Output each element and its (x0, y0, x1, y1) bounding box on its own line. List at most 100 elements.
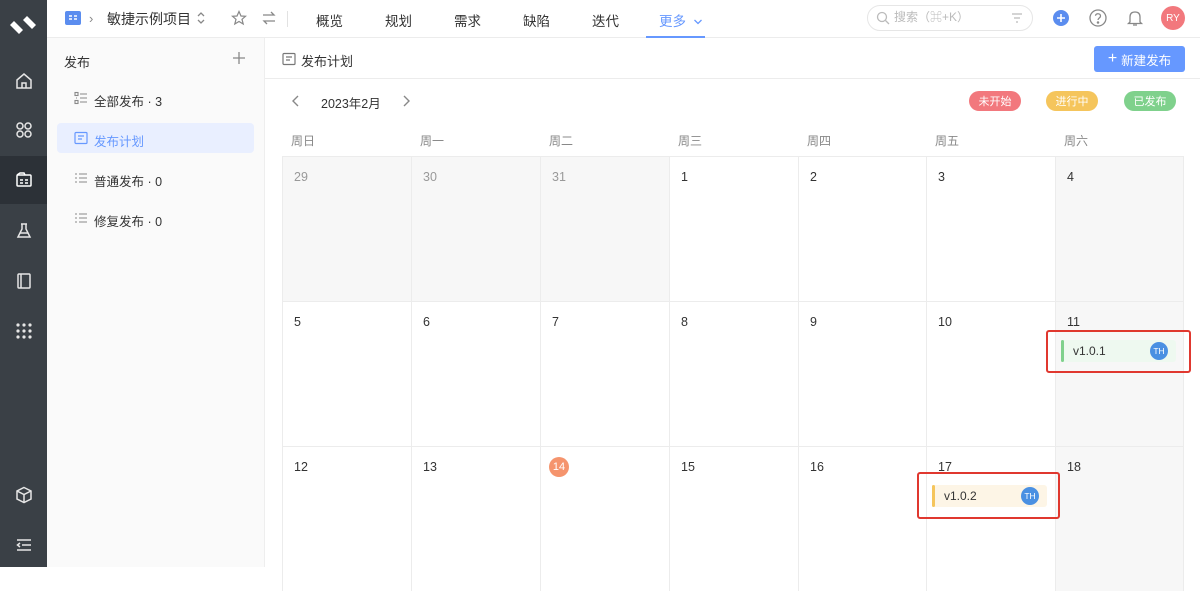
sidebar-item-label: 普通发布 · 0 (94, 175, 163, 189)
sidebar-item-label: 修复发布 · 0 (94, 215, 163, 229)
sidebar-title: 发布 (64, 55, 91, 70)
day-cell-today[interactable]: 14 (540, 446, 669, 591)
home-icon[interactable] (0, 57, 47, 105)
nav-iterations[interactable]: 迭代 (592, 10, 619, 30)
chevron-down-icon (693, 19, 702, 25)
nav-overview[interactable]: 概览 (316, 10, 343, 30)
search-box[interactable] (867, 5, 1033, 31)
star-icon[interactable] (231, 10, 247, 26)
next-month-icon[interactable] (400, 94, 412, 108)
nav-defects[interactable]: 缺陷 (523, 10, 550, 30)
weekday-sat: 周六 (1064, 134, 1089, 148)
day-cell[interactable]: 5 (282, 301, 411, 446)
day-cell[interactable]: 10 (926, 301, 1055, 446)
day-cell[interactable]: 3 (926, 156, 1055, 301)
day-cell[interactable]: 30 (411, 156, 540, 301)
day-cell[interactable]: 6 (411, 301, 540, 446)
day-cell[interactable]: 29 (282, 156, 411, 301)
sidebar-item-all-releases[interactable]: 全部发布 · 3 (57, 83, 254, 113)
add-icon[interactable] (232, 51, 246, 65)
release-icon[interactable] (0, 156, 47, 204)
day-number: 7 (552, 315, 559, 329)
day-cell[interactable]: 8 (669, 301, 798, 446)
sidebar-item-release-plan[interactable]: 发布计划 (57, 123, 254, 153)
day-number: 31 (552, 170, 566, 184)
plan-icon (74, 131, 88, 145)
day-cell[interactable]: 16 (798, 446, 927, 591)
day-cell[interactable]: 11 (1055, 301, 1184, 446)
main-header: 发布计划 + 新建发布 (265, 38, 1200, 79)
day-cell[interactable]: 31 (540, 156, 669, 301)
legend-not-started: 未开始 (969, 91, 1021, 111)
day-number: 16 (810, 460, 824, 474)
sidebar-item-label: 全部发布 · 3 (94, 95, 163, 109)
book-icon[interactable] (0, 257, 47, 305)
weekday-mon: 周一 (420, 134, 445, 148)
month-label: 2023年2月 (321, 97, 381, 111)
day-cell[interactable]: 18 (1055, 446, 1184, 591)
day-number: 30 (423, 170, 437, 184)
filter-icon[interactable] (1011, 12, 1023, 24)
list-icon (74, 91, 88, 105)
highlight-box (917, 472, 1060, 519)
sidebar-item-normal-releases[interactable]: 普通发布 · 0 (57, 163, 254, 193)
test-flask-icon[interactable] (0, 207, 47, 255)
nav-planning[interactable]: 规划 (385, 10, 412, 30)
day-cell[interactable]: 12 (282, 446, 411, 591)
swap-icon[interactable] (261, 10, 277, 26)
collapse-icon[interactable] (0, 521, 47, 569)
day-cell[interactable]: 15 (669, 446, 798, 591)
nav-more[interactable]: 更多 (659, 10, 703, 30)
day-cell[interactable]: 4 (1055, 156, 1184, 301)
day-number: 10 (938, 315, 952, 329)
weekday-wed: 周三 (678, 134, 703, 148)
legend-released: 已发布 (1124, 91, 1176, 111)
new-release-label: 新建发布 (1121, 53, 1172, 68)
user-avatar[interactable]: RY (1161, 6, 1185, 30)
prev-month-icon[interactable] (290, 94, 302, 108)
day-cell[interactable]: 7 (540, 301, 669, 446)
help-icon[interactable] (1088, 8, 1108, 28)
highlight-box (1046, 330, 1191, 373)
day-number: 9 (810, 315, 817, 329)
bell-icon[interactable] (1125, 8, 1145, 28)
grid-icon[interactable] (0, 307, 47, 355)
day-number: 8 (681, 315, 688, 329)
cube-icon[interactable] (0, 471, 47, 519)
list-lines-icon (74, 211, 88, 225)
day-cell[interactable]: 9 (798, 301, 927, 446)
list-lines-icon (74, 171, 88, 185)
nav-requirements[interactable]: 需求 (454, 10, 481, 30)
plus-icon: + (1107, 50, 1118, 67)
apps-icon[interactable] (0, 106, 47, 154)
search-icon (876, 11, 890, 25)
sidebar-item-label: 发布计划 (94, 135, 145, 149)
switch-project-icon[interactable] (196, 11, 206, 25)
divider (287, 11, 288, 27)
day-number: 1 (681, 170, 688, 184)
plan-icon (282, 52, 296, 66)
top-bar: › 敏捷示例项目 概览 规划 需求 缺陷 迭代 更多 RY (47, 0, 1200, 38)
logo-icon[interactable] (8, 10, 38, 40)
search-input[interactable] (894, 10, 1004, 24)
day-cell[interactable]: 13 (411, 446, 540, 591)
day-cell[interactable]: 2 (798, 156, 927, 301)
day-number: 3 (938, 170, 945, 184)
page-title: 发布计划 (301, 54, 354, 69)
today-marker: 14 (549, 457, 569, 477)
project-name[interactable]: 敏捷示例项目 (107, 9, 191, 29)
weekday-thu: 周四 (807, 134, 832, 148)
add-circle-icon[interactable] (1052, 9, 1070, 27)
weekday-tue: 周二 (549, 134, 574, 148)
day-number: 2 (810, 170, 817, 184)
day-number: 5 (294, 315, 301, 329)
sidebar: 发布 全部发布 · 3 发布计划 普通发布 · 0 修复发布 · 0 (47, 38, 265, 567)
new-release-button[interactable]: + 新建发布 (1094, 46, 1185, 72)
sidebar-item-fix-releases[interactable]: 修复发布 · 0 (57, 203, 254, 233)
day-number: 13 (423, 460, 437, 474)
weekday-sun: 周日 (291, 134, 316, 148)
day-number: 29 (294, 170, 308, 184)
day-cell[interactable]: 1 (669, 156, 798, 301)
project-icon (65, 10, 81, 26)
left-rail (0, 0, 47, 567)
